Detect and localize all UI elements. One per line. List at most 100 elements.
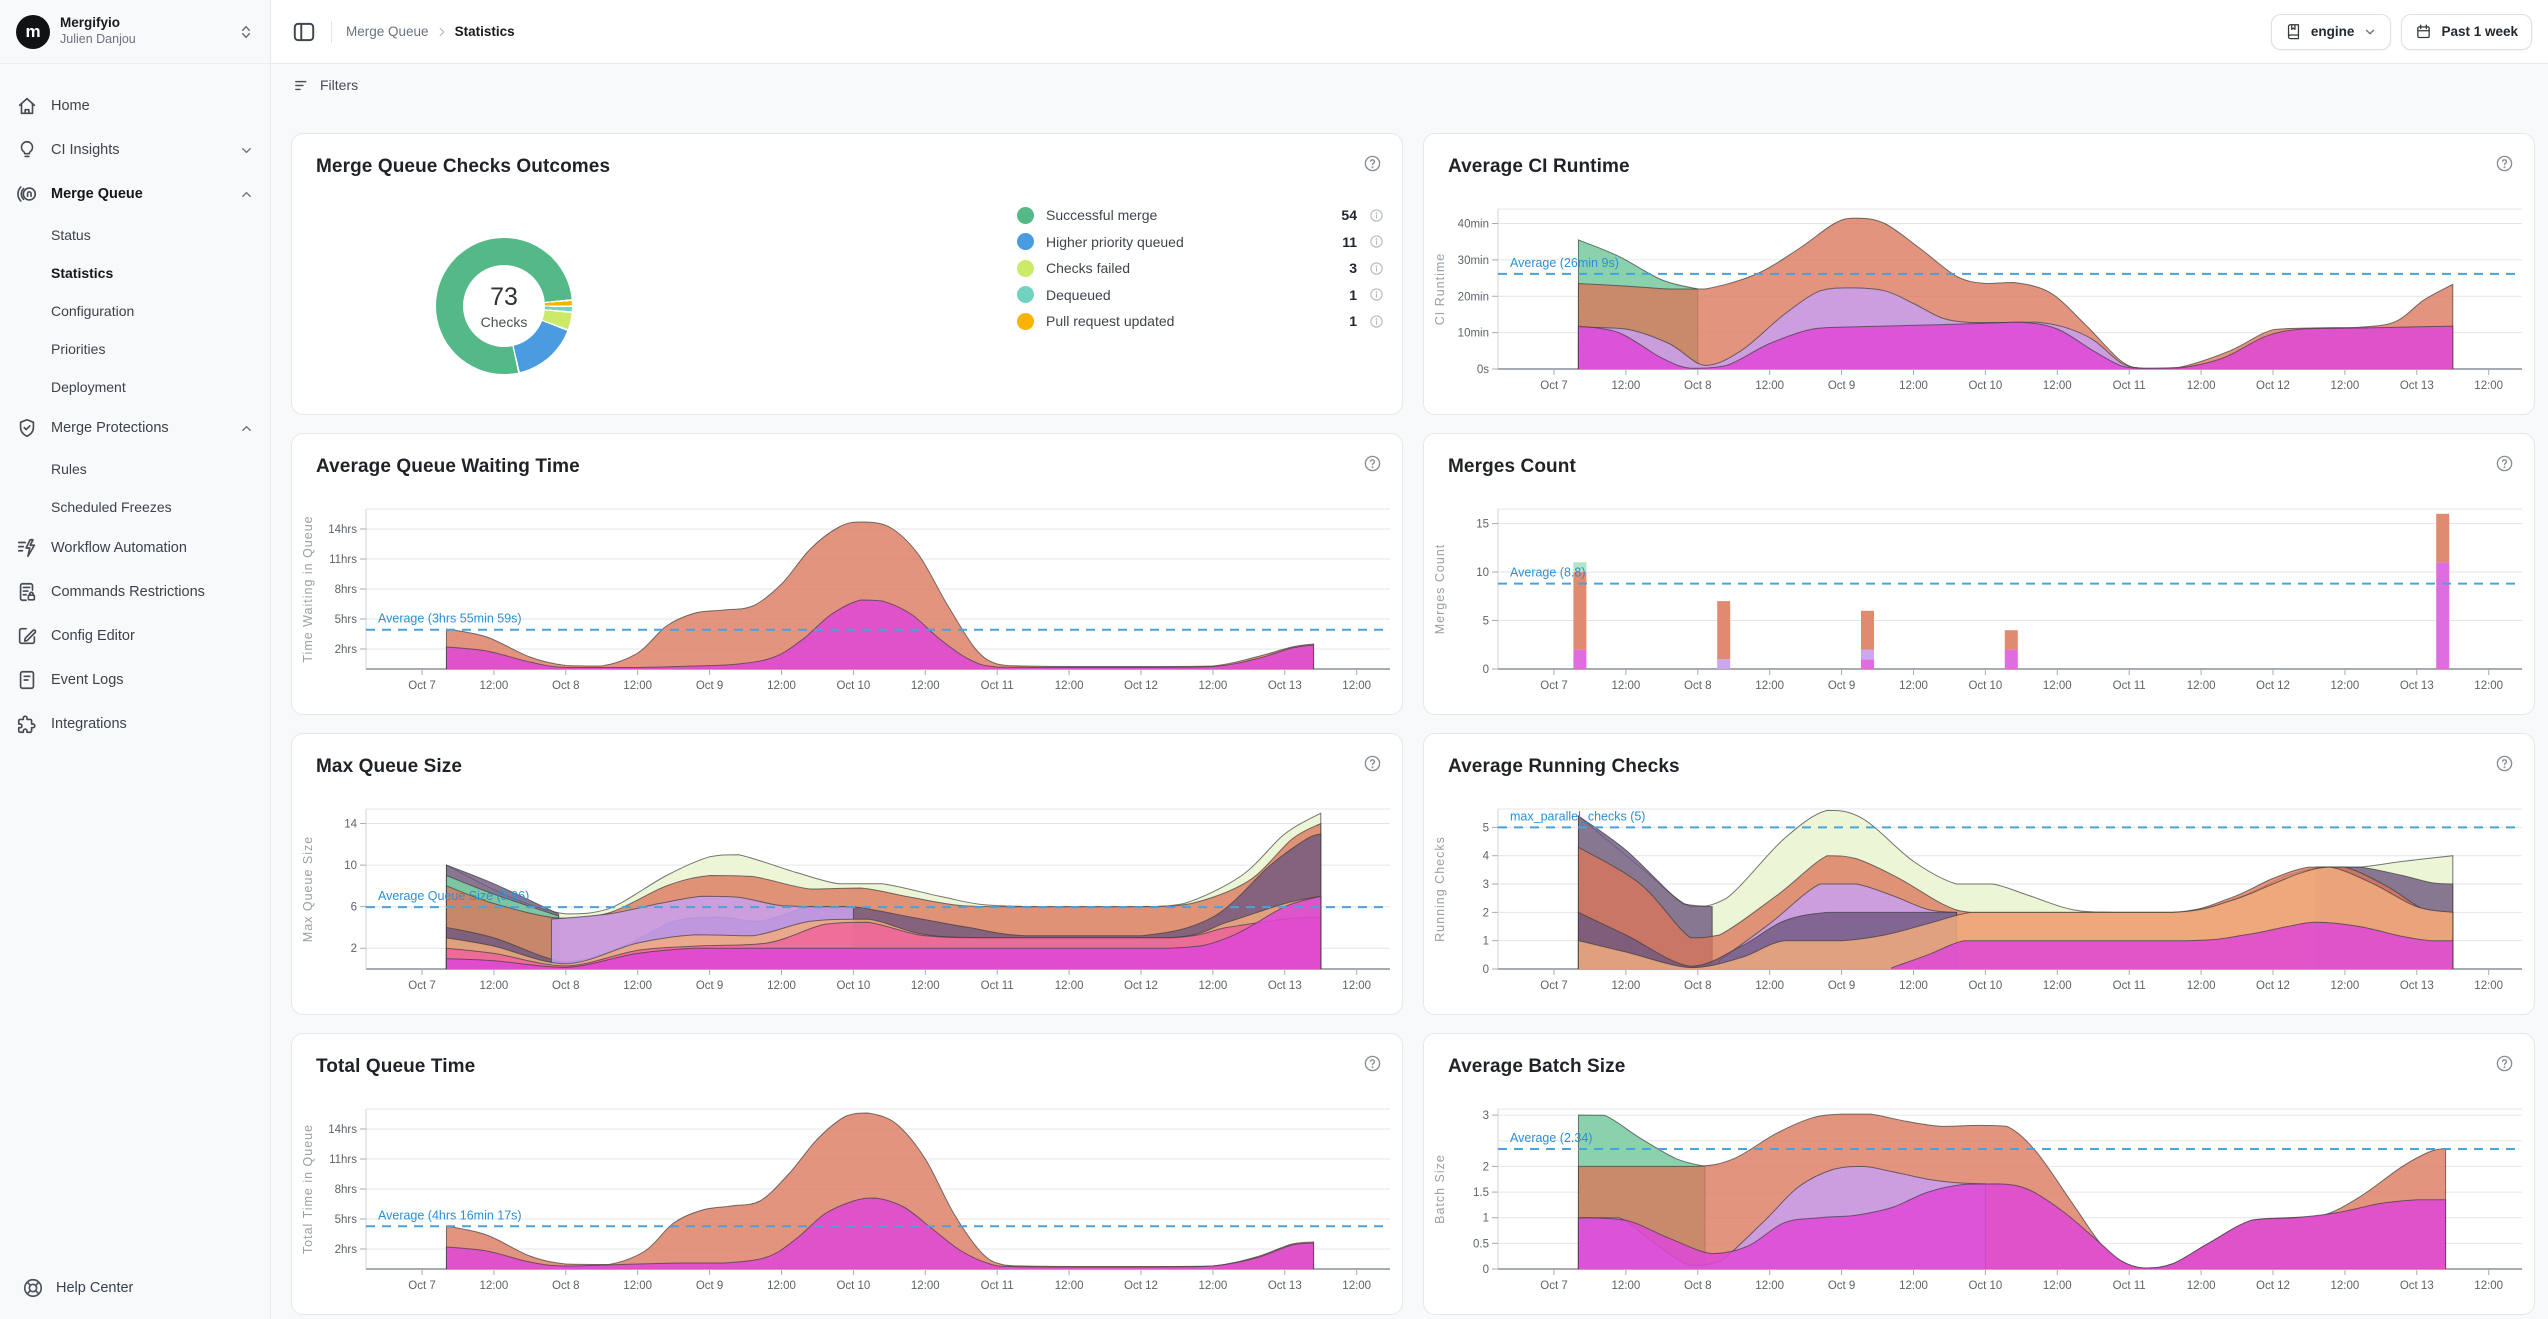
svg-text:Oct 13: Oct 13 (1268, 980, 1302, 992)
svg-text:12:00: 12:00 (1755, 1280, 1784, 1292)
svg-text:12:00: 12:00 (1199, 680, 1228, 692)
sidebar-item-integrations[interactable]: Integrations (0, 702, 270, 746)
svg-text:CI Runtime: CI Runtime (1433, 253, 1447, 326)
svg-text:12:00: 12:00 (1055, 680, 1084, 692)
card-average-running-checks: Average Running Checks Oct 712:00Oct 812… (1423, 733, 2535, 1015)
svg-text:12:00: 12:00 (2474, 1280, 2503, 1292)
legend-item-successful-merge[interactable]: Successful merge 54 (1017, 202, 1384, 229)
sidebar-item-ci-insights[interactable]: CI Insights (0, 128, 270, 172)
help-circle-icon[interactable] (1363, 1054, 1382, 1073)
repository-select-button[interactable]: engine (2271, 14, 2392, 50)
svg-text:Time Waiting in Queue: Time Waiting in Queue (301, 515, 315, 662)
svg-text:Oct 12: Oct 12 (2256, 1280, 2290, 1292)
svg-text:12:00: 12:00 (2043, 980, 2072, 992)
average-queue-waiting-time-chart[interactable]: Oct 712:00Oct 812:00Oct 912:00Oct 1012:0… (292, 486, 1403, 696)
svg-text:1.5: 1.5 (1473, 1187, 1489, 1199)
info-circle-icon[interactable] (1369, 261, 1384, 276)
card-title: Total Queue Time (316, 1056, 1378, 1078)
main-area: Merge Queue Statistics engine Past 1 wee… (271, 0, 2548, 1319)
svg-text:Oct 13: Oct 13 (2400, 680, 2434, 692)
sidebar-item-commands-restrictions[interactable]: Commands Restrictions (0, 570, 270, 614)
card-average-queue-waiting-time: Average Queue Waiting Time Oct 712:00Oct… (291, 433, 1403, 715)
svg-text:6: 6 (351, 902, 357, 914)
svg-text:0: 0 (1483, 964, 1489, 976)
svg-text:12:00: 12:00 (1199, 1280, 1228, 1292)
max-queue-size-chart[interactable]: Oct 712:00Oct 812:00Oct 912:00Oct 1012:0… (292, 786, 1403, 996)
sidebar-item-config-editor[interactable]: Config Editor (0, 614, 270, 658)
card-title: Average Batch Size (1448, 1056, 2510, 1078)
svg-text:Oct 10: Oct 10 (1968, 680, 2002, 692)
time-range-button[interactable]: Past 1 week (2401, 14, 2532, 50)
sidebar-item-merge-queue[interactable]: Merge Queue (0, 172, 270, 216)
merges-count-chart[interactable]: Oct 712:00Oct 812:00Oct 912:00Oct 1012:0… (1424, 486, 2535, 696)
filters-label[interactable]: Filters (320, 77, 358, 93)
app-root: m Mergifyio Julien Danjou Home CI Insigh… (0, 0, 2548, 1319)
filter-icon[interactable] (293, 77, 310, 94)
svg-text:Average (8.8): Average (8.8) (1510, 566, 1586, 580)
svg-text:12:00: 12:00 (911, 980, 940, 992)
sidebar-item-deployment[interactable]: Deployment (0, 368, 270, 406)
sidebar-item-merge-protections[interactable]: Merge Protections (0, 406, 270, 450)
sidebar-item-status[interactable]: Status (0, 216, 270, 254)
checks-outcomes-donut-chart[interactable]: 73 Checks (436, 238, 572, 374)
legend-item-checks-failed[interactable]: Checks failed 3 (1017, 255, 1384, 282)
svg-text:8hrs: 8hrs (335, 584, 358, 596)
svg-text:Max Queue Size: Max Queue Size (301, 836, 315, 942)
info-circle-icon[interactable] (1369, 287, 1384, 302)
sidebar-item-configuration[interactable]: Configuration (0, 292, 270, 330)
svg-text:Oct 9: Oct 9 (696, 980, 723, 992)
help-circle-icon[interactable] (2495, 454, 2514, 473)
sidebar-item-rules[interactable]: Rules (0, 450, 270, 488)
svg-text:1: 1 (1483, 1213, 1489, 1225)
help-circle-icon[interactable] (1363, 154, 1382, 173)
org-selector[interactable]: m Mergifyio Julien Danjou (0, 0, 270, 64)
average-batch-size-chart[interactable]: Oct 712:00Oct 812:00Oct 912:00Oct 1012:0… (1424, 1086, 2535, 1296)
svg-text:14hrs: 14hrs (328, 1124, 357, 1136)
svg-text:Oct 7: Oct 7 (1540, 680, 1567, 692)
svg-text:12:00: 12:00 (1899, 1280, 1928, 1292)
svg-text:12:00: 12:00 (2331, 380, 2360, 392)
svg-text:12:00: 12:00 (2043, 1280, 2072, 1292)
svg-text:12:00: 12:00 (767, 980, 796, 992)
help-circle-icon[interactable] (2495, 154, 2514, 173)
svg-text:12:00: 12:00 (2474, 680, 2503, 692)
svg-text:Oct 12: Oct 12 (2256, 980, 2290, 992)
total-queue-time-chart[interactable]: Oct 712:00Oct 812:00Oct 912:00Oct 1012:0… (292, 1086, 1403, 1296)
svg-text:4: 4 (1483, 851, 1490, 863)
svg-text:12:00: 12:00 (2474, 380, 2503, 392)
svg-text:Oct 12: Oct 12 (2256, 380, 2290, 392)
sidebar-toggle-icon[interactable] (291, 19, 317, 45)
sidebar-item-scheduled-freezes[interactable]: Scheduled Freezes (0, 488, 270, 526)
sidebar-item-event-logs[interactable]: Event Logs (0, 658, 270, 702)
info-circle-icon[interactable] (1369, 234, 1384, 249)
sidebar-item-workflow-automation[interactable]: Workflow Automation (0, 526, 270, 570)
svg-text:Oct 8: Oct 8 (1684, 680, 1711, 692)
help-circle-icon[interactable] (1363, 754, 1382, 773)
info-circle-icon[interactable] (1369, 208, 1384, 223)
up-down-selector-icon (238, 24, 254, 40)
legend-color-dot (1017, 286, 1034, 303)
sidebar-item-home[interactable]: Home (0, 84, 270, 128)
info-circle-icon[interactable] (1369, 314, 1384, 329)
svg-text:Oct 12: Oct 12 (2256, 680, 2290, 692)
breadcrumb-parent[interactable]: Merge Queue (346, 24, 429, 39)
legend-color-dot (1017, 233, 1034, 250)
average-running-checks-chart[interactable]: Oct 712:00Oct 812:00Oct 912:00Oct 1012:0… (1424, 786, 2535, 996)
help-circle-icon[interactable] (1363, 454, 1382, 473)
help-center-link[interactable]: Help Center (22, 1277, 133, 1299)
help-circle-icon[interactable] (2495, 754, 2514, 773)
svg-text:2hrs: 2hrs (335, 644, 358, 656)
svg-text:Oct 11: Oct 11 (2113, 980, 2146, 992)
svg-text:Oct 13: Oct 13 (2400, 980, 2434, 992)
legend-item-higher-priority-queued[interactable]: Higher priority queued 11 (1017, 229, 1384, 256)
merge-queue-icon (16, 183, 38, 205)
svg-text:12:00: 12:00 (1199, 980, 1228, 992)
svg-text:Oct 7: Oct 7 (1540, 1280, 1567, 1292)
average-ci-runtime-chart[interactable]: Oct 712:00Oct 812:00Oct 912:00Oct 1012:0… (1424, 186, 2535, 396)
legend-item-dequeued[interactable]: Dequeued 1 (1017, 282, 1384, 309)
help-circle-icon[interactable] (2495, 1054, 2514, 1073)
sidebar-item-priorities[interactable]: Priorities (0, 330, 270, 368)
svg-text:0: 0 (1483, 664, 1489, 676)
legend-item-pull-request-updated[interactable]: Pull request updated 1 (1017, 308, 1384, 335)
sidebar-item-statistics[interactable]: Statistics (0, 254, 270, 292)
